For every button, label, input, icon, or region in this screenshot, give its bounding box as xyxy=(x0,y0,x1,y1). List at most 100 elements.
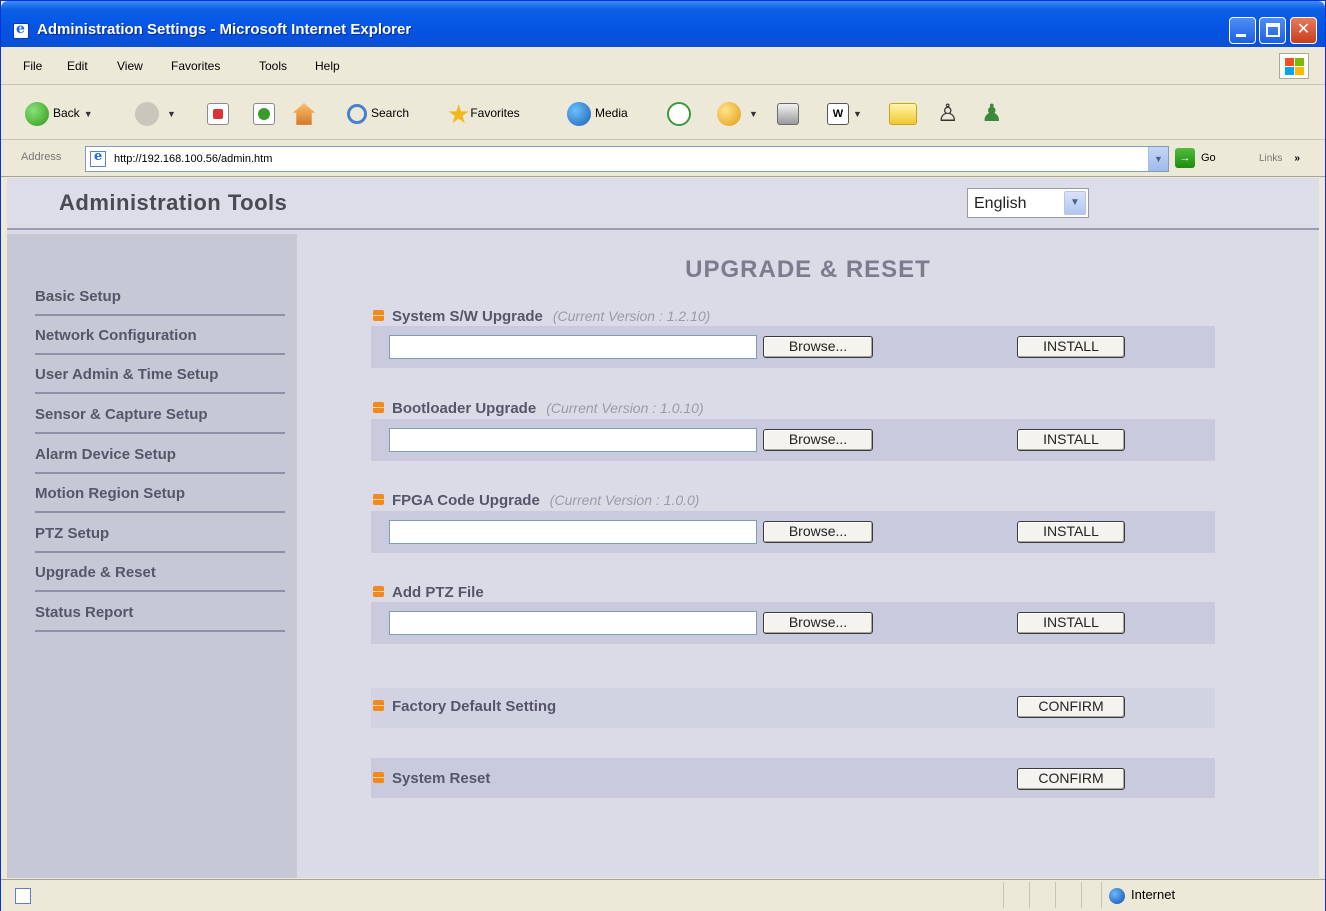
ptz-file-input[interactable] xyxy=(389,611,757,635)
page-icon xyxy=(90,149,106,167)
address-url: http://192.168.100.56/admin.htm xyxy=(114,153,273,165)
go-arrow-icon: → xyxy=(1175,148,1195,168)
go-button[interactable]: → Go xyxy=(1175,148,1216,168)
window-title: Administration Settings - Microsoft Inte… xyxy=(37,21,412,38)
sidebar-item-basic-setup[interactable]: Basic Setup xyxy=(35,280,285,316)
go-label: Go xyxy=(1201,151,1216,164)
factory-default-label: Factory Default Setting xyxy=(373,698,556,715)
history-icon xyxy=(667,101,691,126)
stop-icon xyxy=(207,102,229,125)
fpga-install-button[interactable]: INSTALL xyxy=(1017,521,1125,543)
section-label: Factory Default Setting xyxy=(392,698,557,715)
messenger-icon: ♙ xyxy=(937,99,959,127)
ptz-browse-button[interactable]: Browse... xyxy=(763,612,873,634)
media-button[interactable]: Media xyxy=(567,100,628,126)
bullet-icon xyxy=(373,494,384,505)
status-divider xyxy=(1055,882,1056,908)
menu-view[interactable]: View xyxy=(117,59,143,73)
bootloader-file-input[interactable] xyxy=(389,428,757,452)
ie-icon xyxy=(13,21,29,39)
bullet-icon xyxy=(373,700,384,711)
bullet-icon xyxy=(373,310,384,321)
factory-default-confirm-button[interactable]: CONFIRM xyxy=(1017,696,1125,718)
contacts-icon: ♟ xyxy=(981,99,1003,127)
dropdown-arrow-icon: ▼ xyxy=(167,109,176,119)
address-input[interactable]: http://192.168.100.56/admin.htm ▼ xyxy=(85,146,1169,172)
page-title: Administration Tools xyxy=(59,190,288,215)
forward-button[interactable]: ▼ xyxy=(135,100,176,126)
address-bar: Address http://192.168.100.56/admin.htm … xyxy=(1,141,1325,177)
sidebar-item-network-configuration[interactable]: Network Configuration xyxy=(35,319,285,355)
refresh-button[interactable] xyxy=(253,100,275,126)
close-button[interactable]: ✕ xyxy=(1290,17,1317,44)
page-header: Administration Tools English ▼ xyxy=(7,178,1319,230)
history-button[interactable] xyxy=(667,100,695,126)
status-bar: Internet xyxy=(1,879,1325,911)
add-ptz-file-row: Browse... INSTALL xyxy=(371,602,1215,644)
bullet-icon xyxy=(373,586,384,597)
back-label: Back xyxy=(53,106,80,120)
title-bar[interactable]: Administration Settings - Microsoft Inte… xyxy=(1,1,1325,47)
menu-edit[interactable]: Edit xyxy=(67,59,88,73)
close-icon: ✕ xyxy=(1296,21,1311,38)
bootloader-install-button[interactable]: INSTALL xyxy=(1017,429,1125,451)
language-select[interactable]: English ▼ xyxy=(967,188,1089,218)
menu-tools[interactable]: Tools xyxy=(259,59,287,73)
toolbar: Back ▼ ▼ Search ★Favorites Media ▼ W ▼ ♙… xyxy=(1,86,1325,140)
search-button[interactable]: Search xyxy=(347,100,409,126)
section-title: UPGRADE & RESET xyxy=(685,256,931,283)
chevron-down-icon[interactable]: ▼ xyxy=(1064,191,1086,215)
messenger-button[interactable]: ♙ xyxy=(937,100,959,126)
sidebar-item-alarm-device-setup[interactable]: Alarm Device Setup xyxy=(35,438,285,474)
star-icon: ★ xyxy=(447,98,471,129)
menu-favorites[interactable]: Favorites xyxy=(171,59,220,73)
sidebar-item-upgrade-reset[interactable]: Upgrade & Reset xyxy=(35,556,285,592)
system-sw-file-input[interactable] xyxy=(389,335,757,359)
sidebar-item-motion-region-setup[interactable]: Motion Region Setup xyxy=(35,477,285,513)
mail-button[interactable]: ▼ xyxy=(717,100,758,126)
links-label: Links xyxy=(1259,153,1283,164)
sidebar-item-status-report[interactable]: Status Report xyxy=(35,596,285,632)
fpga-file-input[interactable] xyxy=(389,520,757,544)
favorites-button[interactable]: ★Favorites xyxy=(447,98,520,129)
edit-button[interactable]: W ▼ xyxy=(827,100,862,126)
favorites-label: Favorites xyxy=(470,106,520,120)
system-reset-label: System Reset xyxy=(373,770,490,787)
zone-label: Internet xyxy=(1131,887,1176,902)
minimize-button[interactable] xyxy=(1229,17,1256,44)
print-button[interactable] xyxy=(777,100,799,126)
ptz-install-button[interactable]: INSTALL xyxy=(1017,612,1125,634)
bullet-icon xyxy=(373,402,384,413)
menu-help[interactable]: Help xyxy=(315,59,340,73)
system-sw-upgrade-label: System S/W Upgrade (Current Version : 1.2… xyxy=(373,308,710,325)
back-arrow-icon xyxy=(25,101,49,126)
section-label: System Reset xyxy=(392,770,491,787)
address-label: Address xyxy=(21,151,62,163)
status-divider xyxy=(1029,882,1030,908)
menu-file[interactable]: File xyxy=(23,59,42,73)
stop-button[interactable] xyxy=(207,100,229,126)
system-sw-upgrade-row: Browse... INSTALL xyxy=(371,326,1215,368)
sidebar-item-user-admin-time-setup[interactable]: User Admin & Time Setup xyxy=(35,358,285,394)
contacts-button[interactable]: ♟ xyxy=(981,100,1003,126)
discuss-button[interactable] xyxy=(889,100,917,126)
sidebar-item-sensor-capture-setup[interactable]: Sensor & Capture Setup xyxy=(35,398,285,434)
section-label: Add PTZ File xyxy=(392,584,484,601)
system-reset-row: System Reset CONFIRM xyxy=(371,758,1215,798)
browser-window: Administration Settings - Microsoft Inte… xyxy=(0,0,1326,911)
address-dropdown-icon[interactable]: ▼ xyxy=(1148,147,1168,171)
fpga-browse-button[interactable]: Browse... xyxy=(763,521,873,543)
home-button[interactable] xyxy=(293,100,315,126)
fpga-code-upgrade-row: Browse... INSTALL xyxy=(371,511,1215,553)
links-button[interactable]: Links » xyxy=(1259,153,1300,164)
back-button[interactable]: Back ▼ xyxy=(25,100,93,126)
system-sw-browse-button[interactable]: Browse... xyxy=(763,336,873,358)
section-label: FPGA Code Upgrade xyxy=(392,492,540,509)
bootloader-browse-button[interactable]: Browse... xyxy=(763,429,873,451)
sidebar-item-ptz-setup[interactable]: PTZ Setup xyxy=(35,517,285,553)
system-reset-confirm-button[interactable]: CONFIRM xyxy=(1017,768,1125,790)
maximize-button[interactable] xyxy=(1259,17,1286,44)
system-sw-install-button[interactable]: INSTALL xyxy=(1017,336,1125,358)
media-label: Media xyxy=(595,106,628,120)
status-divider xyxy=(1101,882,1102,908)
